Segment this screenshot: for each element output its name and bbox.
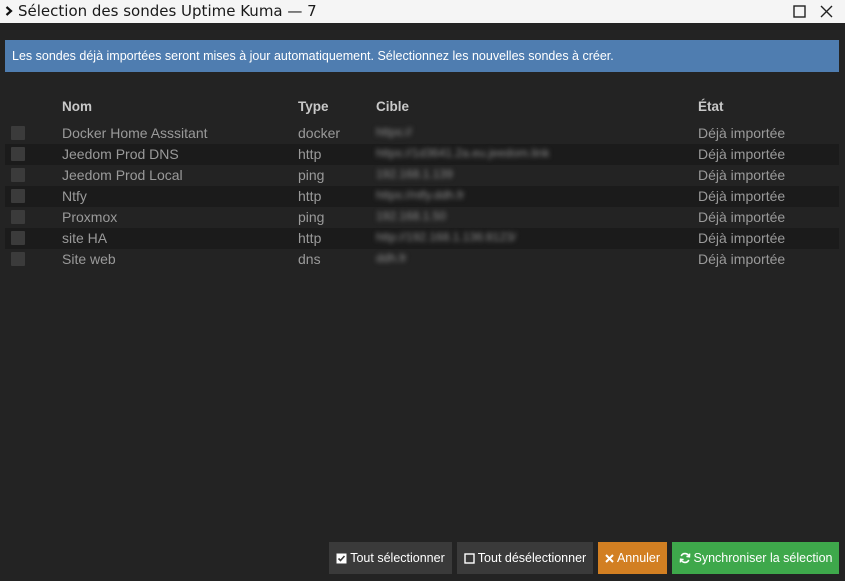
cancel-button[interactable]: Annuler xyxy=(598,542,667,574)
row-nom: Proxmox xyxy=(62,209,118,225)
row-etat: Déjà importée xyxy=(698,209,786,225)
title-bar: Sélection des sondes Uptime Kuma — 7 xyxy=(0,0,845,23)
row-type: ping xyxy=(298,167,325,183)
checkbox-checked-icon xyxy=(336,553,347,564)
table-row[interactable]: Docker Home Asssitant docker https:// Dé… xyxy=(5,123,839,144)
sync-selection-button[interactable]: Synchroniser la sélection xyxy=(672,542,839,574)
row-checkbox[interactable] xyxy=(11,231,25,245)
window-title: Sélection des sondes Uptime Kuma — 7 xyxy=(18,2,317,20)
table-row[interactable]: Proxmox ping 192.168.1.50 Déjà importée xyxy=(5,207,839,228)
times-icon xyxy=(605,553,614,563)
row-type: dns xyxy=(298,251,321,267)
table-row[interactable]: Jeedom Prod Local ping 192.168.1.139 Déj… xyxy=(5,165,839,186)
table-row[interactable]: Jeedom Prod DNS http https://1d3641.2a.e… xyxy=(5,144,839,165)
close-icon[interactable] xyxy=(815,0,837,23)
row-type: ping xyxy=(298,209,325,225)
row-nom: Ntfy xyxy=(62,188,87,204)
row-checkbox[interactable] xyxy=(11,147,25,161)
table-body: Docker Home Asssitant docker https:// Dé… xyxy=(5,123,839,270)
row-cible: https://ntfy.ddh.fr xyxy=(376,188,465,202)
checkbox-empty-icon xyxy=(464,552,475,564)
row-cible: http://192.168.1.136:8123/ xyxy=(376,230,517,244)
table-header: Nom Type Cible État xyxy=(5,97,839,117)
row-nom: Site web xyxy=(62,251,116,267)
sync-label: Synchroniser la sélection xyxy=(693,551,833,565)
row-etat: Déjà importée xyxy=(698,167,786,183)
deselect-all-button[interactable]: Tout désélectionner xyxy=(457,542,593,574)
column-header-type: Type xyxy=(298,99,329,114)
column-header-cible: Cible xyxy=(376,99,410,114)
refresh-icon xyxy=(679,552,691,564)
info-banner: Les sondes déjà importées seront mises à… xyxy=(5,40,839,72)
column-header-nom: Nom xyxy=(62,99,92,114)
column-header-etat: État xyxy=(698,99,724,114)
row-cible: https:// xyxy=(376,125,413,139)
row-type: http xyxy=(298,230,322,246)
row-etat: Déjà importée xyxy=(698,251,786,267)
row-checkbox[interactable] xyxy=(11,210,25,224)
row-cible: 192.168.1.139 xyxy=(376,167,453,181)
row-etat: Déjà importée xyxy=(698,125,786,141)
cancel-label: Annuler xyxy=(616,551,661,565)
maximize-icon[interactable] xyxy=(788,0,810,23)
table-row[interactable]: Site web dns ddh.fr Déjà importée xyxy=(5,249,839,270)
row-etat: Déjà importée xyxy=(698,188,786,204)
row-cible: ddh.fr xyxy=(376,251,407,265)
row-checkbox[interactable] xyxy=(11,189,25,203)
row-nom: Jeedom Prod DNS xyxy=(62,146,179,162)
row-etat: Déjà importée xyxy=(698,230,786,246)
row-type: http xyxy=(298,188,322,204)
row-checkbox[interactable] xyxy=(11,252,25,266)
row-type: docker xyxy=(298,125,341,141)
table-row[interactable]: site HA http http://192.168.1.136:8123/ … xyxy=(5,228,839,249)
table-row[interactable]: Ntfy http https://ntfy.ddh.fr Déjà impor… xyxy=(5,186,839,207)
row-nom: Jeedom Prod Local xyxy=(62,167,183,183)
row-checkbox[interactable] xyxy=(11,126,25,140)
info-banner-text: Les sondes déjà importées seront mises à… xyxy=(12,49,614,63)
row-checkbox[interactable] xyxy=(11,168,25,182)
select-all-label: Tout sélectionner xyxy=(350,551,445,565)
row-type: http xyxy=(298,146,322,162)
row-cible: 192.168.1.50 xyxy=(376,209,447,223)
row-nom: Docker Home Asssitant xyxy=(62,125,208,141)
chevron-right-icon xyxy=(3,4,15,18)
row-etat: Déjà importée xyxy=(698,146,786,162)
row-nom: site HA xyxy=(62,230,108,246)
select-all-button[interactable]: Tout sélectionner xyxy=(329,542,452,574)
row-cible: https://1d3641.2a.eu.jeedom.link xyxy=(376,146,550,160)
deselect-all-label: Tout désélectionner xyxy=(477,551,587,565)
